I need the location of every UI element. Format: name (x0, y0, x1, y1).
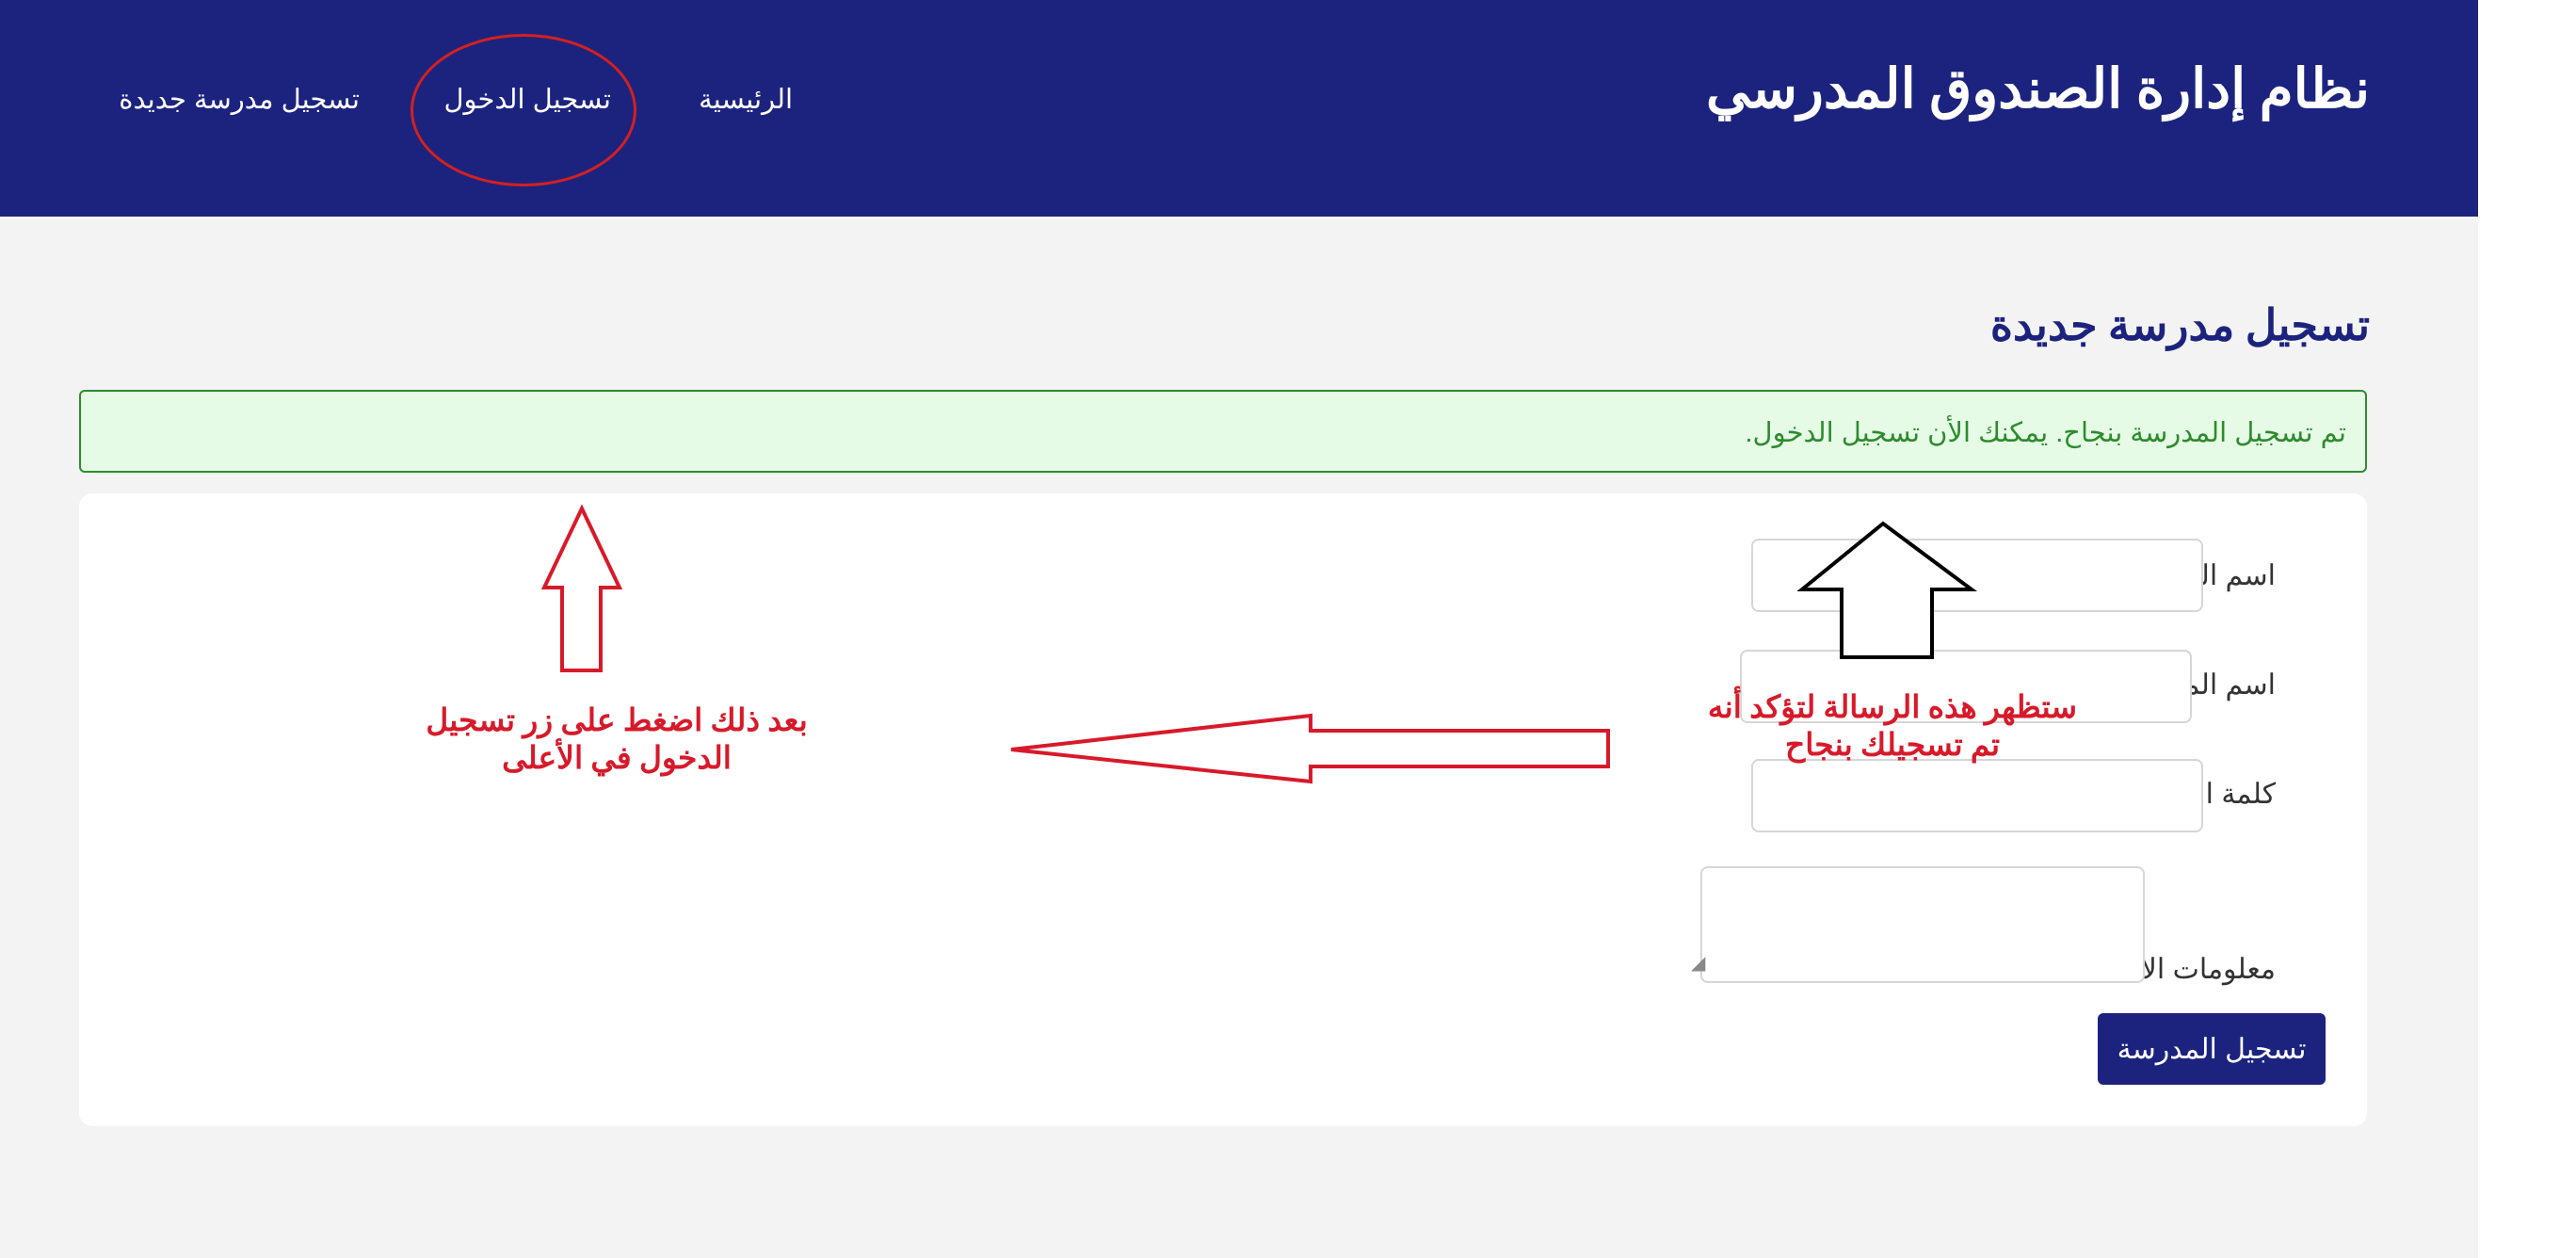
arrow-left-red-icon (1010, 713, 1610, 784)
annotation-click-login: بعد ذلك اضغط على زر تسجيل الدخول في الأع… (426, 704, 808, 776)
arrow-up-black-icon (1795, 589, 1804, 655)
arrow-up-outline-icon (1796, 521, 1978, 659)
page: نظام إدارة الصندوق المدرسي الرئيسية تسجي… (0, 0, 2478, 1258)
arrow-up-red-icon (540, 504, 623, 672)
annotation-success-message: ستظهر هذه الرسالة لتؤكد أنه تم تسجيلك بن… (1707, 691, 2078, 763)
annotation-arrows (540, 504, 1978, 784)
